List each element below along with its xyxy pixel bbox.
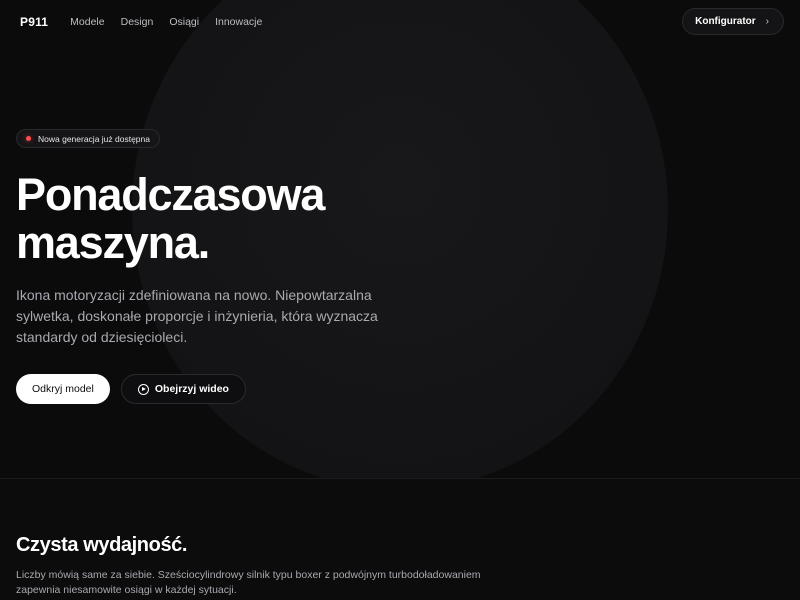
performance-text: Liczby mówią same za siebie. Sześciocyli… [16,569,481,596]
performance-title: Czysta wydajność. [16,534,188,556]
nav-link-modele[interactable]: Modele [70,16,104,28]
discover-model-label: Odkryj model [32,383,94,395]
watch-video-label: Obejrzyj wideo [154,383,229,395]
new-generation-badge: Nowa generacja już dostępna [16,129,160,148]
hero-actions: Odkryj model Obejrzyj wideo [16,374,496,404]
hero-title-line-1: Ponadczasowa [16,169,325,220]
watch-video-button[interactable]: Obejrzyj wideo [120,374,246,404]
performance-section: Czysta wydajność. Liczby mówią same za s… [0,479,800,600]
configurator-button[interactable]: Konfigurator › [682,8,784,35]
nav-links: Modele Design Osiągi Innowacje [70,16,262,28]
page: P911 Modele Design Osiągi Innowacje Konf… [0,0,800,600]
nav-link-innowacje[interactable]: Innowacje [215,16,262,28]
section-divider [0,478,800,479]
hero-title-line-2: maszyna. [16,217,210,268]
hero-section: Nowa generacja już dostępna Ponadczasowa… [16,128,496,404]
badge-text: Nowa generacja już dostępna [38,133,150,144]
logo[interactable]: P911 [20,15,48,29]
chevron-right-icon: › [765,16,769,27]
status-dot-icon [26,136,31,141]
hero-title: Ponadczasowa maszyna. [16,171,496,267]
configurator-button-label: Konfigurator [695,16,756,27]
hero-description: Ikona motoryzacji zdefiniowana na nowo. … [16,287,378,345]
nav-link-osiagi[interactable]: Osiągi [169,16,199,28]
nav-link-design[interactable]: Design [121,16,154,28]
discover-model-button[interactable]: Odkryj model [16,374,110,404]
play-circle-icon [137,383,149,395]
top-navigation: P911 Modele Design Osiągi Innowacje Konf… [0,0,800,44]
